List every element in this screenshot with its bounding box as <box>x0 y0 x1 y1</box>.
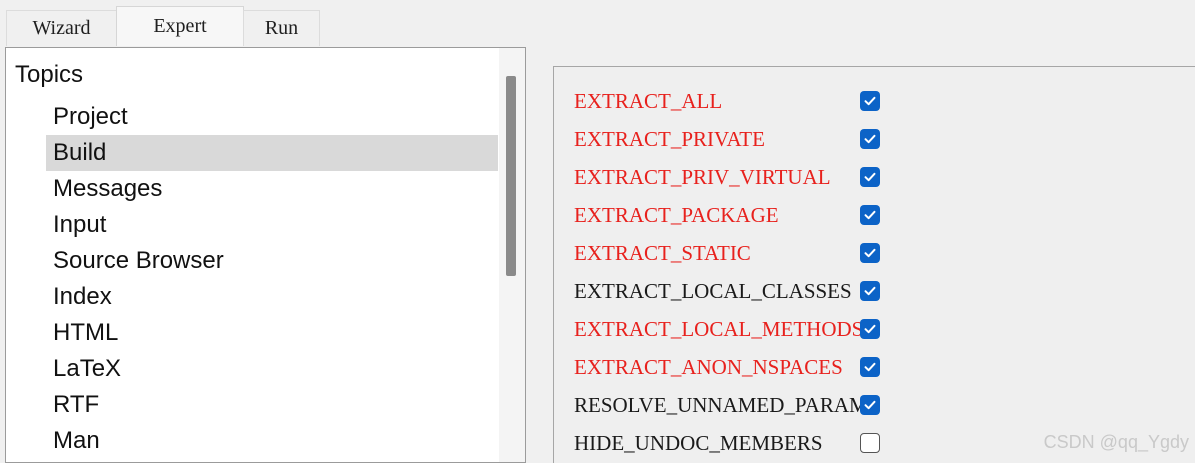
option-label: EXTRACT_PRIVATE <box>574 126 765 151</box>
option-label: RESOLVE_UNNAMED_PARAMS <box>574 392 880 417</box>
option-row: EXTRACT_PRIV_VIRTUAL <box>574 162 880 192</box>
option-label: EXTRACT_ALL <box>574 88 723 113</box>
checkmark-icon <box>864 248 876 258</box>
option-row: EXTRACT_ALL <box>574 86 880 116</box>
tab-run[interactable]: Run <box>243 10 320 46</box>
checkmark-icon <box>864 134 876 144</box>
tree-item-html[interactable]: HTML <box>46 315 498 351</box>
tab-bar: Wizard Expert Run <box>0 0 1195 46</box>
checkmark-icon <box>864 362 876 372</box>
tree-item-latex[interactable]: LaTeX <box>46 351 498 387</box>
option-label: EXTRACT_STATIC <box>574 240 751 265</box>
option-label: EXTRACT_PRIV_VIRTUAL <box>574 164 831 189</box>
option-row: EXTRACT_PACKAGE <box>574 200 880 230</box>
option-row: EXTRACT_PRIVATE <box>574 124 880 154</box>
option-row: EXTRACT_ANON_NSPACES <box>574 352 880 382</box>
tree-item-project[interactable]: Project <box>46 99 498 135</box>
option-checkbox[interactable] <box>860 395 880 415</box>
option-label: EXTRACT_LOCAL_METHODS <box>574 316 864 341</box>
option-label: EXTRACT_ANON_NSPACES <box>574 354 843 379</box>
option-checkbox[interactable] <box>860 205 880 225</box>
option-label: HIDE_UNDOC_MEMBERS <box>574 430 823 455</box>
tree-item-messages[interactable]: Messages <box>46 171 498 207</box>
checkmark-icon <box>864 172 876 182</box>
tree-item-source-browser[interactable]: Source Browser <box>46 243 498 279</box>
checkmark-icon <box>864 210 876 220</box>
tab-wizard[interactable]: Wizard <box>6 10 117 46</box>
option-checkbox[interactable] <box>860 91 880 111</box>
option-row: RESOLVE_UNNAMED_PARAMS <box>574 390 880 420</box>
tree-root-topics[interactable]: Topics <box>15 61 83 89</box>
tree-item-input[interactable]: Input <box>46 207 498 243</box>
option-label: EXTRACT_PACKAGE <box>574 202 779 227</box>
option-checkbox[interactable] <box>860 167 880 187</box>
option-checkbox[interactable] <box>860 357 880 377</box>
option-checkbox[interactable] <box>860 281 880 301</box>
option-row: EXTRACT_LOCAL_CLASSES <box>574 276 880 306</box>
checkmark-icon <box>864 324 876 334</box>
option-checkbox[interactable] <box>860 319 880 339</box>
watermark: CSDN @qq_Ygdy <box>1043 432 1189 452</box>
tree-item-index[interactable]: Index <box>46 279 498 315</box>
tree-scrollbar-thumb[interactable] <box>506 76 516 276</box>
topics-tree: Topics Project Build Messages Input Sour… <box>5 47 526 463</box>
option-row: HIDE_UNDOC_MEMBERS <box>574 428 880 458</box>
tree-item-build[interactable]: Build <box>46 135 498 171</box>
checkmark-icon <box>864 400 876 410</box>
tree-item-man[interactable]: Man <box>46 423 498 459</box>
checkmark-icon <box>864 96 876 106</box>
checkmark-icon <box>864 286 876 296</box>
option-checkbox[interactable] <box>860 129 880 149</box>
option-label: EXTRACT_LOCAL_CLASSES <box>574 278 852 303</box>
tree-item-rtf[interactable]: RTF <box>46 387 498 423</box>
option-checkbox[interactable] <box>860 433 880 453</box>
panel-splitter[interactable] <box>526 46 536 463</box>
option-checkbox[interactable] <box>860 243 880 263</box>
tab-expert[interactable]: Expert <box>116 6 244 46</box>
option-row: EXTRACT_STATIC <box>574 238 880 268</box>
option-row: EXTRACT_LOCAL_METHODS <box>574 314 880 344</box>
build-settings-panel: EXTRACT_ALL EXTRACT_PRIVATE EXTRACT_PRIV_V… <box>553 66 1195 463</box>
